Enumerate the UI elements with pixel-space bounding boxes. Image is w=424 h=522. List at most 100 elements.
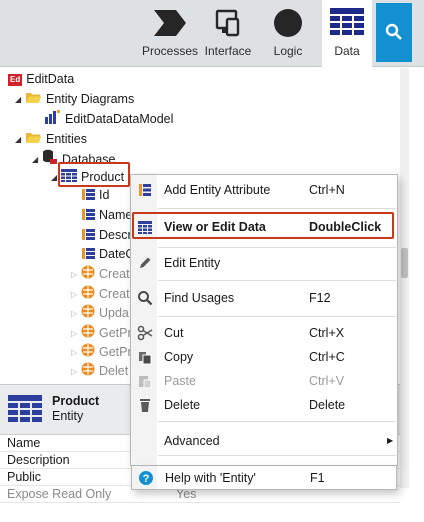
menu-item-label: Advanced <box>164 434 220 448</box>
expand-arrow-icon[interactable]: ▷ <box>71 265 81 285</box>
tab-label: Logic <box>273 44 303 58</box>
collapse-arrow-icon[interactable]: ◢ <box>15 90 25 110</box>
menu-item-delete[interactable]: Delete Delete <box>131 393 397 417</box>
attribute-icon <box>82 186 95 206</box>
module-badge-icon: Ed <box>8 73 23 86</box>
tree-item-attribute[interactable]: DateC <box>82 244 134 264</box>
menu-item-label: Find Usages <box>164 291 235 305</box>
menu-item-edit-entity[interactable]: Edit Entity <box>131 251 397 275</box>
expand-arrow-icon[interactable]: ▷ <box>71 362 81 382</box>
tree-scrollbar[interactable] <box>400 68 409 488</box>
properties-subtitle: Entity <box>52 409 84 423</box>
menu-item-label: Cut <box>164 326 184 340</box>
menu-separator <box>158 316 396 317</box>
attribute-icon <box>82 206 95 226</box>
expand-arrow-icon[interactable]: ▷ <box>71 285 81 305</box>
tree-item-attribute[interactable]: Descr <box>82 225 132 245</box>
property-key: Description <box>7 453 70 467</box>
entity-action-icon <box>81 265 95 285</box>
folder-open-icon <box>25 90 42 110</box>
entity-action-icon <box>81 362 95 382</box>
menu-item-shortcut: F12 <box>309 291 331 305</box>
add-attribute-icon <box>137 182 153 198</box>
property-key: Expose Read Only <box>7 487 112 501</box>
menu-item-label: Edit Entity <box>164 256 221 270</box>
highlight-box <box>132 212 394 239</box>
process-arrow-icon <box>152 8 188 41</box>
tree-item-label: Delet <box>99 364 129 378</box>
collapse-arrow-icon[interactable]: ◢ <box>15 130 25 150</box>
tree-item-attribute[interactable]: Name <box>82 205 132 225</box>
tree-item-action[interactable]: ▷ Upda <box>71 303 129 323</box>
menu-item-copy[interactable]: Copy Ctrl+C <box>131 345 397 369</box>
pencil-icon <box>137 255 153 271</box>
tree-item-label: Entity Diagrams <box>46 92 135 106</box>
tree-item-label: Id <box>99 188 110 202</box>
entity-action-icon <box>81 304 95 324</box>
tree-scrollbar-thumb[interactable] <box>401 248 408 278</box>
menu-item-add-entity-attribute[interactable]: Add Entity Attribute Ctrl+N <box>131 178 397 202</box>
tab-label: Data <box>334 44 360 58</box>
tab-processes[interactable]: Processes <box>138 0 202 67</box>
property-key: Name <box>7 436 41 450</box>
tab-data[interactable]: Data <box>322 0 372 68</box>
paste-icon <box>137 373 153 389</box>
tree-item-label: Entities <box>46 132 87 146</box>
collapse-arrow-icon[interactable]: ◢ <box>32 150 42 170</box>
menu-item-shortcut: Ctrl+X <box>309 326 345 340</box>
tree-item-attribute[interactable]: Id <box>82 185 109 205</box>
menu-item-shortcut: Ctrl+V <box>309 374 345 388</box>
copy-icon <box>137 349 153 365</box>
entity-action-icon <box>81 285 95 305</box>
diagram-icon <box>45 109 61 130</box>
expand-arrow-icon[interactable]: ▷ <box>71 304 81 324</box>
tree-item-label: Upda <box>99 306 129 320</box>
tree-item-label: GetPr <box>99 326 132 340</box>
tree-item-label: EditDataDataModel <box>65 112 174 126</box>
menu-item-help-with-entity[interactable]: ? Help with 'Entity' F1 <box>131 466 397 490</box>
entity-icon <box>8 395 42 426</box>
menu-item-label: Copy <box>164 350 194 364</box>
menu-separator <box>158 280 396 281</box>
scissors-icon <box>137 325 153 341</box>
search-button[interactable] <box>376 3 412 62</box>
menu-item-shortcut: F1 <box>310 471 325 485</box>
attribute-icon <box>82 226 95 246</box>
tree-item-action[interactable]: ▷ Create <box>71 264 137 284</box>
highlight-box <box>58 162 130 187</box>
attribute-icon <box>82 245 95 265</box>
tree-item-entity-diagrams[interactable]: ◢ Entity Diagrams <box>15 89 134 109</box>
menu-item-paste: Paste Ctrl+V <box>131 369 397 393</box>
logic-circle-icon <box>272 8 304 43</box>
interface-devices-icon <box>213 8 243 41</box>
entity-action-icon <box>81 324 95 344</box>
tree-root[interactable]: Ed EditData <box>8 69 74 89</box>
data-grid-icon <box>330 8 364 39</box>
tree-item-diagram-model[interactable]: EditDataDataModel <box>45 109 173 129</box>
menu-item-label: Help with 'Entity' <box>165 471 256 485</box>
expand-arrow-icon[interactable]: ▷ <box>71 324 81 344</box>
menu-item-cut[interactable]: Cut Ctrl+X <box>131 321 397 345</box>
menu-item-find-usages[interactable]: Find Usages F12 <box>131 286 397 310</box>
menu-separator <box>158 455 396 456</box>
tree-item-action[interactable]: ▷ Delet <box>71 361 128 381</box>
tree-item-action[interactable]: ▷ GetPr <box>71 342 132 362</box>
tab-label: Interface <box>204 44 252 58</box>
tree-item-action[interactable]: ▷ Create <box>71 284 137 304</box>
menu-item-shortcut: Delete <box>309 398 346 412</box>
tab-logic[interactable]: Logic <box>256 0 320 67</box>
svg-text:?: ? <box>143 473 150 485</box>
search-icon <box>385 23 402 40</box>
tab-interface[interactable]: Interface <box>202 0 254 67</box>
tree-item-action[interactable]: ▷ GetPr <box>71 323 132 343</box>
tree-item-entities[interactable]: ◢ Entities <box>15 129 87 149</box>
menu-item-shortcut: Ctrl+C <box>309 350 345 364</box>
menu-item-advanced[interactable]: Advanced ▶ <box>131 429 397 453</box>
tab-label: Processes <box>141 44 199 58</box>
toolbar: Processes Interface Logic Data <box>0 0 424 68</box>
expand-arrow-icon[interactable]: ▷ <box>71 343 81 363</box>
menu-item-label: Paste <box>164 374 196 388</box>
tree-item-label: Name <box>99 208 133 222</box>
submenu-arrow-icon: ▶ <box>387 436 394 445</box>
entity-action-icon <box>81 343 95 363</box>
